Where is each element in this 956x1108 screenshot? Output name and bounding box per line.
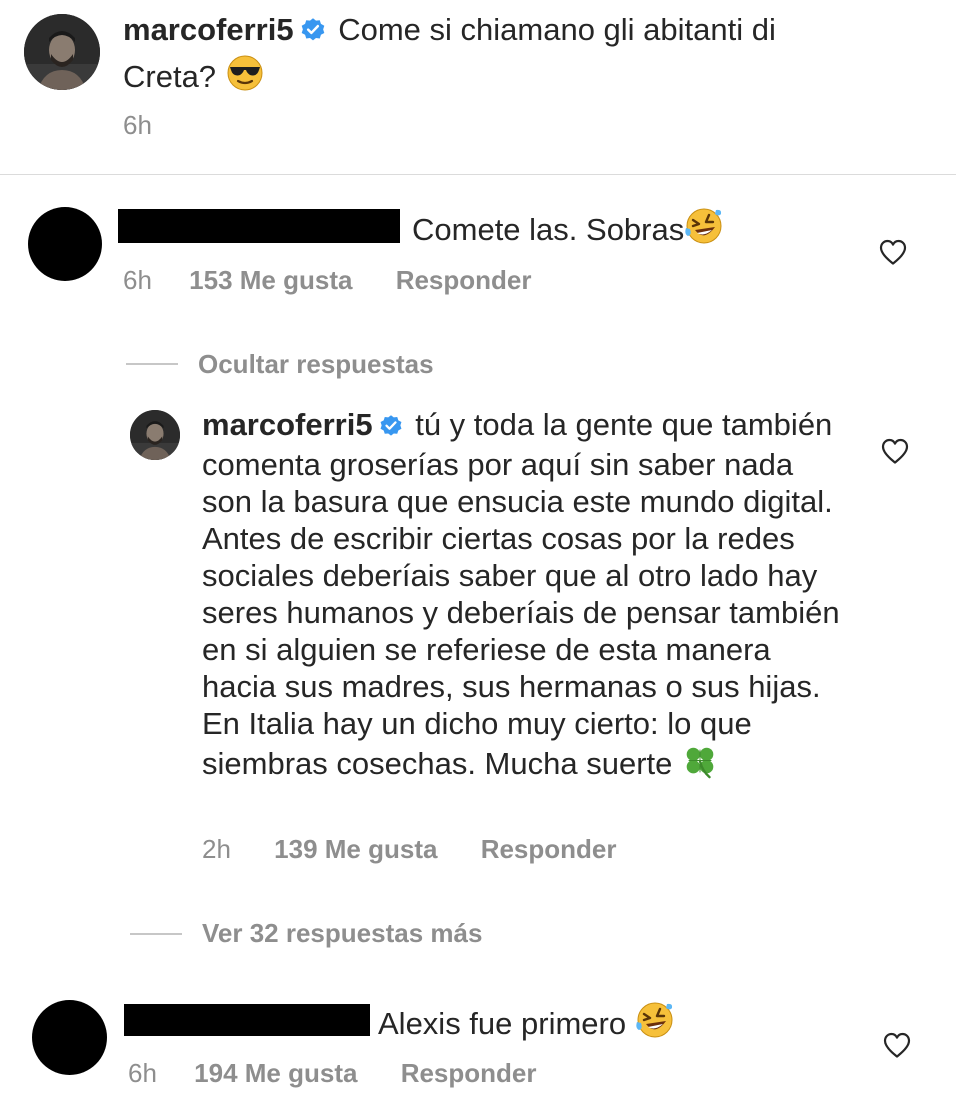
reply-text: marcoferri5 tú y toda la gente que tambi… [202,406,842,788]
comment-avatar[interactable] [28,207,102,281]
like-heart-icon[interactable] [878,238,908,266]
post-author-username[interactable]: marcoferri5 [123,12,294,47]
reply-time: 2h [202,834,231,864]
four-leaf-clover-icon [681,742,719,788]
comment-text: Comete las. Sobras [412,206,724,254]
comment-text-body: Alexis fue primero [378,1006,627,1041]
post-caption: marcoferri5 Come si chiamano gli abitant… [123,10,863,103]
reply-author-avatar[interactable] [130,410,180,460]
comment-text: Alexis fue primero [378,1000,675,1048]
post-author-avatar[interactable] [24,14,100,90]
comment-time: 6h [128,1058,157,1088]
comment-likes-link[interactable]: 194 Me gusta [194,1058,357,1088]
verified-badge-icon [300,13,326,53]
redacted-username [118,209,400,243]
comment-avatar[interactable] [32,1000,107,1075]
reply-meta: 2h 139 Me gusta Responder [202,834,617,865]
like-heart-icon[interactable] [882,1031,912,1059]
comment-text-body: Comete las. Sobras [412,212,685,247]
thread-line [130,933,182,935]
reply-button[interactable]: Responder [401,1058,537,1088]
reply-likes-link[interactable]: 139 Me gusta [274,834,437,864]
reply-author-username[interactable]: marcoferri5 [202,407,373,442]
comment-meta: 6h 194 Me gusta Responder [128,1058,537,1089]
redacted-username [124,1004,370,1036]
thread-line [126,363,178,365]
comment-time: 6h [123,265,152,295]
reply-button[interactable]: Responder [396,265,532,295]
like-heart-icon[interactable] [880,437,910,465]
comment-likes-link[interactable]: 153 Me gusta [189,265,352,295]
verified-badge-icon [379,409,403,446]
view-more-replies-button[interactable]: Ver 32 respuestas más [202,918,482,949]
reply-text-body: tú y toda la gente que también comenta g… [202,407,840,781]
reply-button[interactable]: Responder [481,834,617,864]
post-time: 6h [123,110,152,140]
rolling-laughing-face-icon [684,206,724,254]
divider [0,174,956,175]
sunglasses-face-icon [225,53,265,103]
comment-meta: 6h 153 Me gusta Responder [123,265,532,296]
hide-replies-button[interactable]: Ocultar respuestas [198,349,434,380]
rolling-laughing-face-icon [635,1000,675,1048]
